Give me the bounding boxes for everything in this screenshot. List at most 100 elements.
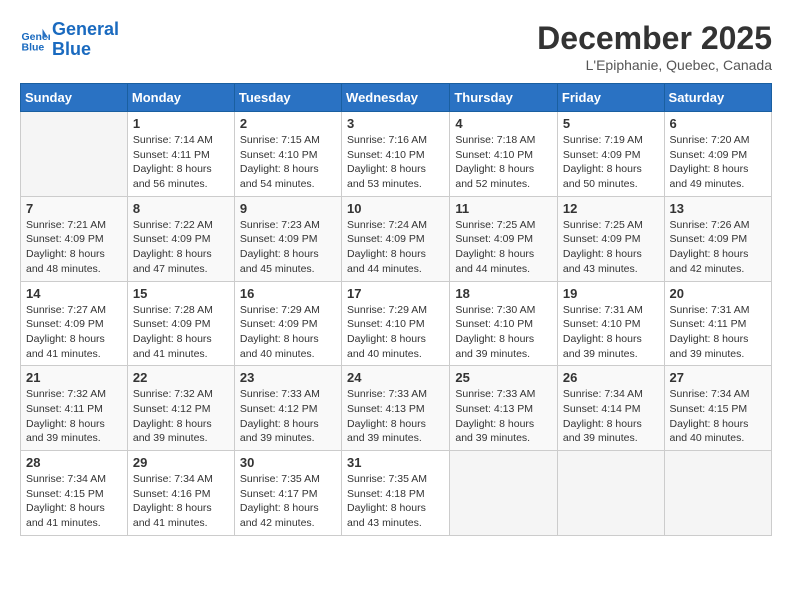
day-number: 7 xyxy=(26,201,122,216)
calendar-cell: 25Sunrise: 7:33 AM Sunset: 4:13 PM Dayli… xyxy=(450,366,558,451)
day-info: Sunrise: 7:30 AM Sunset: 4:10 PM Dayligh… xyxy=(455,303,552,362)
day-info: Sunrise: 7:19 AM Sunset: 4:09 PM Dayligh… xyxy=(563,133,659,192)
month-title: December 2025 xyxy=(537,20,772,57)
day-number: 5 xyxy=(563,116,659,131)
header-cell-thursday: Thursday xyxy=(450,84,558,112)
day-info: Sunrise: 7:28 AM Sunset: 4:09 PM Dayligh… xyxy=(133,303,229,362)
day-info: Sunrise: 7:33 AM Sunset: 4:12 PM Dayligh… xyxy=(240,387,336,446)
day-info: Sunrise: 7:14 AM Sunset: 4:11 PM Dayligh… xyxy=(133,133,229,192)
calendar-cell: 2 Sunrise: 7:15 AM Sunset: 4:10 PM Daylig… xyxy=(234,112,341,197)
day-info: Sunrise: 7:25 AM Sunset: 4:09 PM Dayligh… xyxy=(563,218,659,277)
day-number: 18 xyxy=(455,286,552,301)
svg-text:Blue: Blue xyxy=(22,41,45,53)
day-info: Sunrise: 7:32 AM Sunset: 4:12 PM Dayligh… xyxy=(133,387,229,446)
calendar-cell: 23 Sunrise: 7:33 AM Sunset: 4:12 PM Dayli… xyxy=(234,366,341,451)
day-info: Sunrise: 7:34 AM Sunset: 4:15 PM Dayligh… xyxy=(26,472,122,531)
calendar-cell: 18 Sunrise: 7:30 AM Sunset: 4:10 PM Dayli… xyxy=(450,281,558,366)
logo: General Blue General Blue xyxy=(20,20,119,60)
day-info: Sunrise: 7:33 AM Sunset: 4:13 PM Dayligh… xyxy=(347,387,444,446)
day-number: 3 xyxy=(347,116,444,131)
calendar-week-3: 14Sunrise: 7:27 AM Sunset: 4:09 PM Dayli… xyxy=(21,281,772,366)
day-number: 16 xyxy=(240,286,336,301)
day-number: 19 xyxy=(563,286,659,301)
day-info: Sunrise: 7:25 AM Sunset: 4:09 PM Dayligh… xyxy=(455,218,552,277)
day-info: Sunrise: 7:16 AM Sunset: 4:10 PM Dayligh… xyxy=(347,133,444,192)
calendar-cell: 5 Sunrise: 7:19 AM Sunset: 4:09 PM Daylig… xyxy=(557,112,664,197)
day-number: 15 xyxy=(133,286,229,301)
calendar-cell: 20 Sunrise: 7:31 AM Sunset: 4:11 PM Dayli… xyxy=(664,281,771,366)
calendar-cell: 26Sunrise: 7:34 AM Sunset: 4:14 PM Dayli… xyxy=(557,366,664,451)
calendar-cell: 19 Sunrise: 7:31 AM Sunset: 4:10 PM Dayli… xyxy=(557,281,664,366)
day-info: Sunrise: 7:15 AM Sunset: 4:10 PM Dayligh… xyxy=(240,133,336,192)
calendar-cell: 29Sunrise: 7:34 AM Sunset: 4:16 PM Dayli… xyxy=(127,451,234,536)
day-number: 28 xyxy=(26,455,122,470)
day-number: 14 xyxy=(26,286,122,301)
location-title: L'Epiphanie, Quebec, Canada xyxy=(537,57,772,73)
calendar-cell: 7 Sunrise: 7:21 AM Sunset: 4:09 PM Daylig… xyxy=(21,196,128,281)
header-cell-tuesday: Tuesday xyxy=(234,84,341,112)
calendar-cell: 24 Sunrise: 7:33 AM Sunset: 4:13 PM Dayli… xyxy=(342,366,450,451)
day-number: 24 xyxy=(347,370,444,385)
logo-general: General xyxy=(52,19,119,39)
day-info: Sunrise: 7:29 AM Sunset: 4:09 PM Dayligh… xyxy=(240,303,336,362)
header-cell-friday: Friday xyxy=(557,84,664,112)
header-cell-monday: Monday xyxy=(127,84,234,112)
calendar-cell: 15 Sunrise: 7:28 AM Sunset: 4:09 PM Dayli… xyxy=(127,281,234,366)
calendar-table: SundayMondayTuesdayWednesdayThursdayFrid… xyxy=(20,83,772,536)
calendar-cell: 1Sunrise: 7:14 AM Sunset: 4:11 PM Daylig… xyxy=(127,112,234,197)
day-number: 12 xyxy=(563,201,659,216)
day-info: Sunrise: 7:26 AM Sunset: 4:09 PM Dayligh… xyxy=(670,218,766,277)
day-info: Sunrise: 7:35 AM Sunset: 4:17 PM Dayligh… xyxy=(240,472,336,531)
day-number: 23 xyxy=(240,370,336,385)
calendar-cell: 14Sunrise: 7:27 AM Sunset: 4:09 PM Dayli… xyxy=(21,281,128,366)
page-header: General Blue General Blue December 2025 … xyxy=(20,20,772,73)
day-info: Sunrise: 7:20 AM Sunset: 4:09 PM Dayligh… xyxy=(670,133,766,192)
header-cell-saturday: Saturday xyxy=(664,84,771,112)
day-number: 22 xyxy=(133,370,229,385)
calendar-cell: 16 Sunrise: 7:29 AM Sunset: 4:09 PM Dayli… xyxy=(234,281,341,366)
day-number: 30 xyxy=(240,455,336,470)
calendar-cell: 11 Sunrise: 7:25 AM Sunset: 4:09 PM Dayli… xyxy=(450,196,558,281)
calendar-header-row: SundayMondayTuesdayWednesdayThursdayFrid… xyxy=(21,84,772,112)
calendar-cell: 6Sunrise: 7:20 AM Sunset: 4:09 PM Daylig… xyxy=(664,112,771,197)
day-number: 9 xyxy=(240,201,336,216)
day-number: 17 xyxy=(347,286,444,301)
calendar-week-5: 28 Sunrise: 7:34 AM Sunset: 4:15 PM Dayli… xyxy=(21,451,772,536)
calendar-cell: 21Sunrise: 7:32 AM Sunset: 4:11 PM Dayli… xyxy=(21,366,128,451)
day-info: Sunrise: 7:33 AM Sunset: 4:13 PM Dayligh… xyxy=(455,387,552,446)
logo-icon: General Blue xyxy=(20,25,50,55)
day-info: Sunrise: 7:18 AM Sunset: 4:10 PM Dayligh… xyxy=(455,133,552,192)
day-number: 20 xyxy=(670,286,766,301)
day-number: 27 xyxy=(670,370,766,385)
day-number: 2 xyxy=(240,116,336,131)
day-info: Sunrise: 7:34 AM Sunset: 4:14 PM Dayligh… xyxy=(563,387,659,446)
calendar-cell: 8Sunrise: 7:22 AM Sunset: 4:09 PM Daylig… xyxy=(127,196,234,281)
day-info: Sunrise: 7:23 AM Sunset: 4:09 PM Dayligh… xyxy=(240,218,336,277)
calendar-cell: 17Sunrise: 7:29 AM Sunset: 4:10 PM Dayli… xyxy=(342,281,450,366)
day-info: Sunrise: 7:31 AM Sunset: 4:10 PM Dayligh… xyxy=(563,303,659,362)
calendar-cell: 3 Sunrise: 7:16 AM Sunset: 4:10 PM Daylig… xyxy=(342,112,450,197)
logo-blue: Blue xyxy=(52,40,119,60)
day-info: Sunrise: 7:21 AM Sunset: 4:09 PM Dayligh… xyxy=(26,218,122,277)
calendar-cell xyxy=(557,451,664,536)
day-number: 10 xyxy=(347,201,444,216)
day-info: Sunrise: 7:31 AM Sunset: 4:11 PM Dayligh… xyxy=(670,303,766,362)
calendar-cell xyxy=(664,451,771,536)
day-info: Sunrise: 7:32 AM Sunset: 4:11 PM Dayligh… xyxy=(26,387,122,446)
calendar-week-1: 1Sunrise: 7:14 AM Sunset: 4:11 PM Daylig… xyxy=(21,112,772,197)
calendar-cell: 22 Sunrise: 7:32 AM Sunset: 4:12 PM Dayli… xyxy=(127,366,234,451)
day-number: 29 xyxy=(133,455,229,470)
day-info: Sunrise: 7:24 AM Sunset: 4:09 PM Dayligh… xyxy=(347,218,444,277)
calendar-cell: 27 Sunrise: 7:34 AM Sunset: 4:15 PM Dayli… xyxy=(664,366,771,451)
calendar-week-2: 7 Sunrise: 7:21 AM Sunset: 4:09 PM Daylig… xyxy=(21,196,772,281)
day-number: 31 xyxy=(347,455,444,470)
calendar-cell xyxy=(21,112,128,197)
calendar-cell: 30 Sunrise: 7:35 AM Sunset: 4:17 PM Dayli… xyxy=(234,451,341,536)
day-number: 11 xyxy=(455,201,552,216)
calendar-cell: 12 Sunrise: 7:25 AM Sunset: 4:09 PM Dayli… xyxy=(557,196,664,281)
title-area: December 2025 L'Epiphanie, Quebec, Canad… xyxy=(537,20,772,73)
day-number: 13 xyxy=(670,201,766,216)
day-info: Sunrise: 7:34 AM Sunset: 4:15 PM Dayligh… xyxy=(670,387,766,446)
day-info: Sunrise: 7:22 AM Sunset: 4:09 PM Dayligh… xyxy=(133,218,229,277)
calendar-cell: 10 Sunrise: 7:24 AM Sunset: 4:09 PM Dayli… xyxy=(342,196,450,281)
